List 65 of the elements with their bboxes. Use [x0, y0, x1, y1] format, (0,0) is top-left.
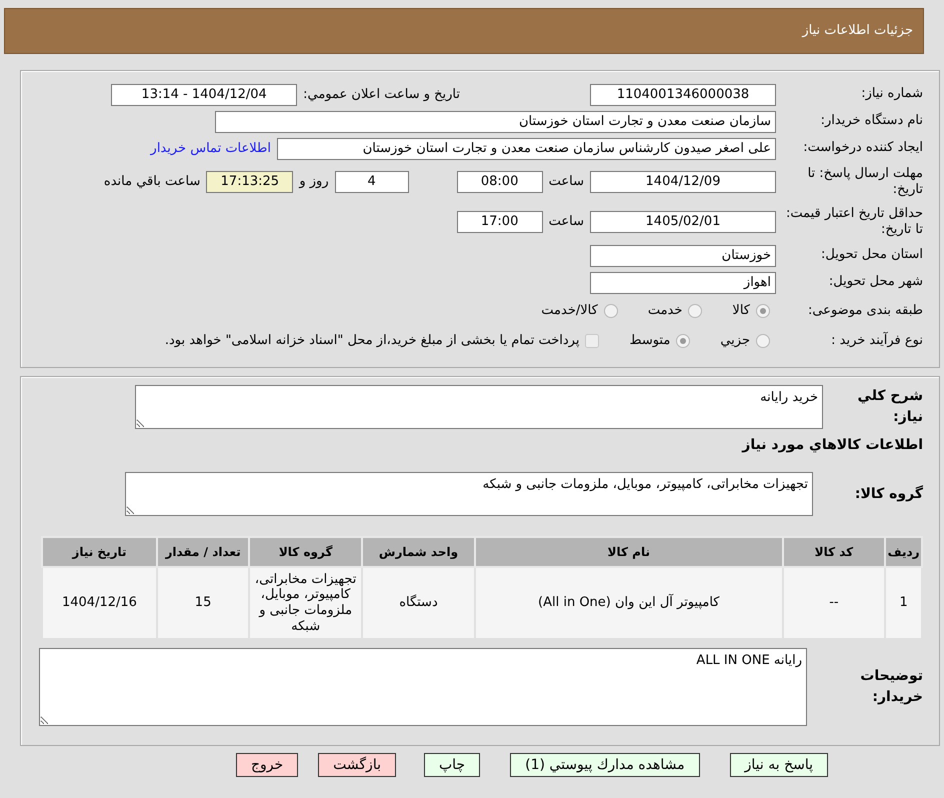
field-label: توضيحات خريدار:: [859, 667, 923, 707]
field-label: ساعت: [548, 173, 584, 192]
field-label: روز و: [299, 173, 329, 192]
column-header: رديف: [885, 537, 922, 567]
column-header: نام کالا: [474, 537, 783, 567]
field-label: تاريخ و ساعت اعلان عمومي:: [303, 86, 460, 104]
action-button[interactable]: مشاهده مدارك پيوستي (1): [510, 753, 700, 777]
validity-date-field: 1405/02/01: [590, 211, 776, 233]
action-button[interactable]: پاسخ به نياز: [730, 753, 828, 777]
radio-button[interactable]: [676, 334, 690, 348]
option-label: جزيي: [720, 332, 750, 350]
creator-field: علی اصغر صیدون کارشناس سازمان صنعت معدن و تجارت استان خوزستان: [277, 138, 776, 160]
action-button[interactable]: چاپ: [424, 753, 480, 777]
option-label: کالا: [732, 302, 750, 320]
days-field: 4: [334, 171, 409, 193]
description-field[interactable]: خريد رايانه: [135, 385, 823, 429]
radio-button[interactable]: [756, 304, 770, 318]
table-cell: دستگاه: [362, 567, 475, 639]
field-label: نام دستگاه خريدار:: [820, 113, 923, 130]
validity-time-field: 17:00: [456, 211, 543, 233]
option-label: متوسط: [629, 332, 670, 350]
action-button[interactable]: بازگشت: [318, 753, 396, 777]
radio-button[interactable]: [756, 334, 770, 348]
radio-button[interactable]: [688, 304, 702, 318]
province-field: خوزستان: [590, 244, 776, 266]
table-cell: --: [782, 567, 886, 639]
deadline-time-field: 08:00: [456, 171, 543, 193]
city-field: اهواز: [590, 272, 776, 294]
radio-button[interactable]: [604, 304, 618, 318]
field-label: ايجاد کننده درخواست:: [802, 140, 923, 157]
need-number-field: 1104001346000038: [590, 84, 776, 106]
deadline-date-field: 1404/12/09: [590, 171, 776, 193]
field-label: ساعت: [548, 213, 584, 232]
field-label: ساعت باقي مانده: [104, 173, 200, 192]
column-header: تاريخ نياز: [42, 537, 157, 567]
buyer-field: سازمان صنعت معدن و تجارت استان خوزستان: [215, 110, 776, 132]
table-cell: 1404/12/16: [42, 567, 157, 639]
field-label: گروه کالا:: [854, 484, 923, 504]
table-cell: کامپیوتر آل این وان (All in One): [474, 567, 783, 639]
field-label: شماره نياز:: [860, 86, 923, 103]
field-label: حداقل تاريخ اعتبار قيمت: تا تاريخ:: [784, 206, 923, 238]
page-title: جزئيات اطلاعات نياز: [800, 22, 913, 40]
announce-date-field: 1404/12/04 - 13:14: [111, 84, 298, 106]
checkbox-label: پرداخت تمام يا بخشی از مبلغ خريد،از محل "اسناد خزانه اسلامی" خواهد بود.: [164, 332, 580, 350]
table-cell: 1: [885, 567, 922, 639]
contact-link[interactable]: اطلاعات تماس خريدار: [150, 138, 271, 158]
field-label: طبقه بندی موضوعی:: [806, 302, 923, 320]
table-cell: 15: [156, 567, 250, 639]
column-header: گروه کالا: [249, 537, 362, 567]
section-heading: اطلاعات کالاهاي مورد نياز: [740, 436, 923, 455]
column-header: واحد شمارش: [362, 537, 475, 567]
goods-group-field[interactable]: تجهیزات مخابراتی، کامپیوتر، موبایل، ملزومات جانبی و شبکه: [125, 472, 813, 516]
option-label: خدمت: [648, 302, 682, 320]
field-label: نوع فرآيند خريد :: [830, 332, 923, 350]
table-cell: تجهیزات مخابراتی، کامپیوتر، موبایل، ملزومات جانبی و شبکه: [249, 567, 362, 639]
action-button[interactable]: خروج: [236, 753, 298, 777]
field-label: استان محل تحويل:: [820, 247, 923, 264]
field-label: مهلت ارسال پاسخ: تا تاريخ:: [806, 166, 923, 198]
buyer-notes-field[interactable]: رايانه ALL IN ONE: [39, 648, 807, 726]
field-label: شرح کلي نياز:: [856, 387, 923, 427]
column-header: کد کالا: [782, 537, 886, 567]
field-label: شهر محل تحويل:: [828, 274, 923, 291]
column-header: تعداد / مقدار: [156, 537, 250, 567]
option-label: کالا/خدمت: [541, 302, 598, 320]
remaining-time-field: 17:13:25: [206, 171, 294, 193]
